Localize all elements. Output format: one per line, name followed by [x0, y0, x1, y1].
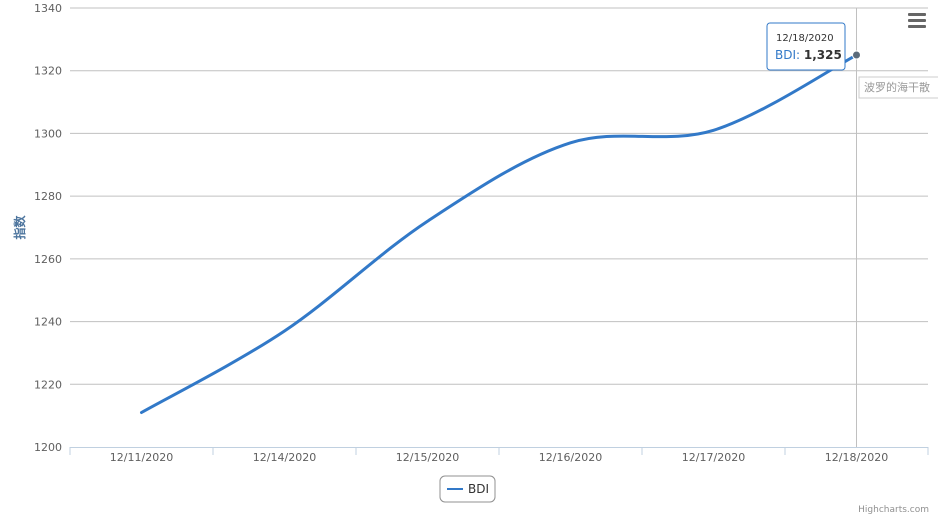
- x-axis: 12/11/2020 12/14/2020 12/15/2020 12/16/2020…: [69, 447, 929, 464]
- tooltip-value: 1,325: [804, 48, 842, 62]
- x-tick-label-0: 12/11/2020: [110, 451, 173, 464]
- y-tick-label-2: 1240: [34, 316, 62, 329]
- legend[interactable]: BDI: [439, 475, 496, 503]
- x-tick-label-1: 12/14/2020: [253, 451, 316, 464]
- x-tick-label-2: 12/15/2020: [396, 451, 459, 464]
- credits-link[interactable]: Highcharts.com: [858, 505, 929, 515]
- tooltip-date: 12/18/2020: [776, 33, 834, 44]
- hamburger-menu-icon[interactable]: [903, 8, 931, 32]
- tooltip-series-line: BDI: 1,325: [775, 48, 842, 62]
- side-label: 波罗的海干散: [864, 80, 930, 94]
- series-line-0[interactable]: [140, 53, 858, 415]
- y-axis: 1200 1220 1240 1260 1280 1300 1320 1340: [34, 2, 62, 454]
- y-tick-label-7: 1340: [34, 2, 62, 15]
- y-tick-label-0: 1200: [34, 441, 62, 454]
- tooltip-box: [766, 22, 846, 71]
- side-label-box: 波罗的海干散: [858, 76, 938, 99]
- y-axis-title: 指数: [12, 215, 27, 240]
- data-point-5[interactable]: [852, 50, 861, 60]
- y-tick-label-5: 1300: [34, 127, 62, 140]
- legend-item-label[interactable]: BDI: [468, 482, 489, 496]
- y-tick-label-3: 1260: [34, 253, 62, 266]
- chart-canvas: 1200 1220 1240 1260 1280 1300 1320 1340 12/11/2…: [12, 2, 938, 515]
- tooltip-series-name: BDI: [775, 48, 796, 62]
- tooltip: 12/18/2020 BDI: 1,325: [766, 22, 846, 71]
- x-tick-label-4: 12/17/2020: [682, 451, 745, 464]
- x-tick-label-3: 12/16/2020: [539, 451, 602, 464]
- x-tick-label-5: 12/18/2020: [825, 451, 888, 464]
- y-tick-label-1: 1220: [34, 378, 62, 391]
- y-tick-label-6: 1320: [34, 65, 62, 78]
- series-group: [140, 50, 861, 415]
- y-tick-label-4: 1280: [34, 190, 62, 203]
